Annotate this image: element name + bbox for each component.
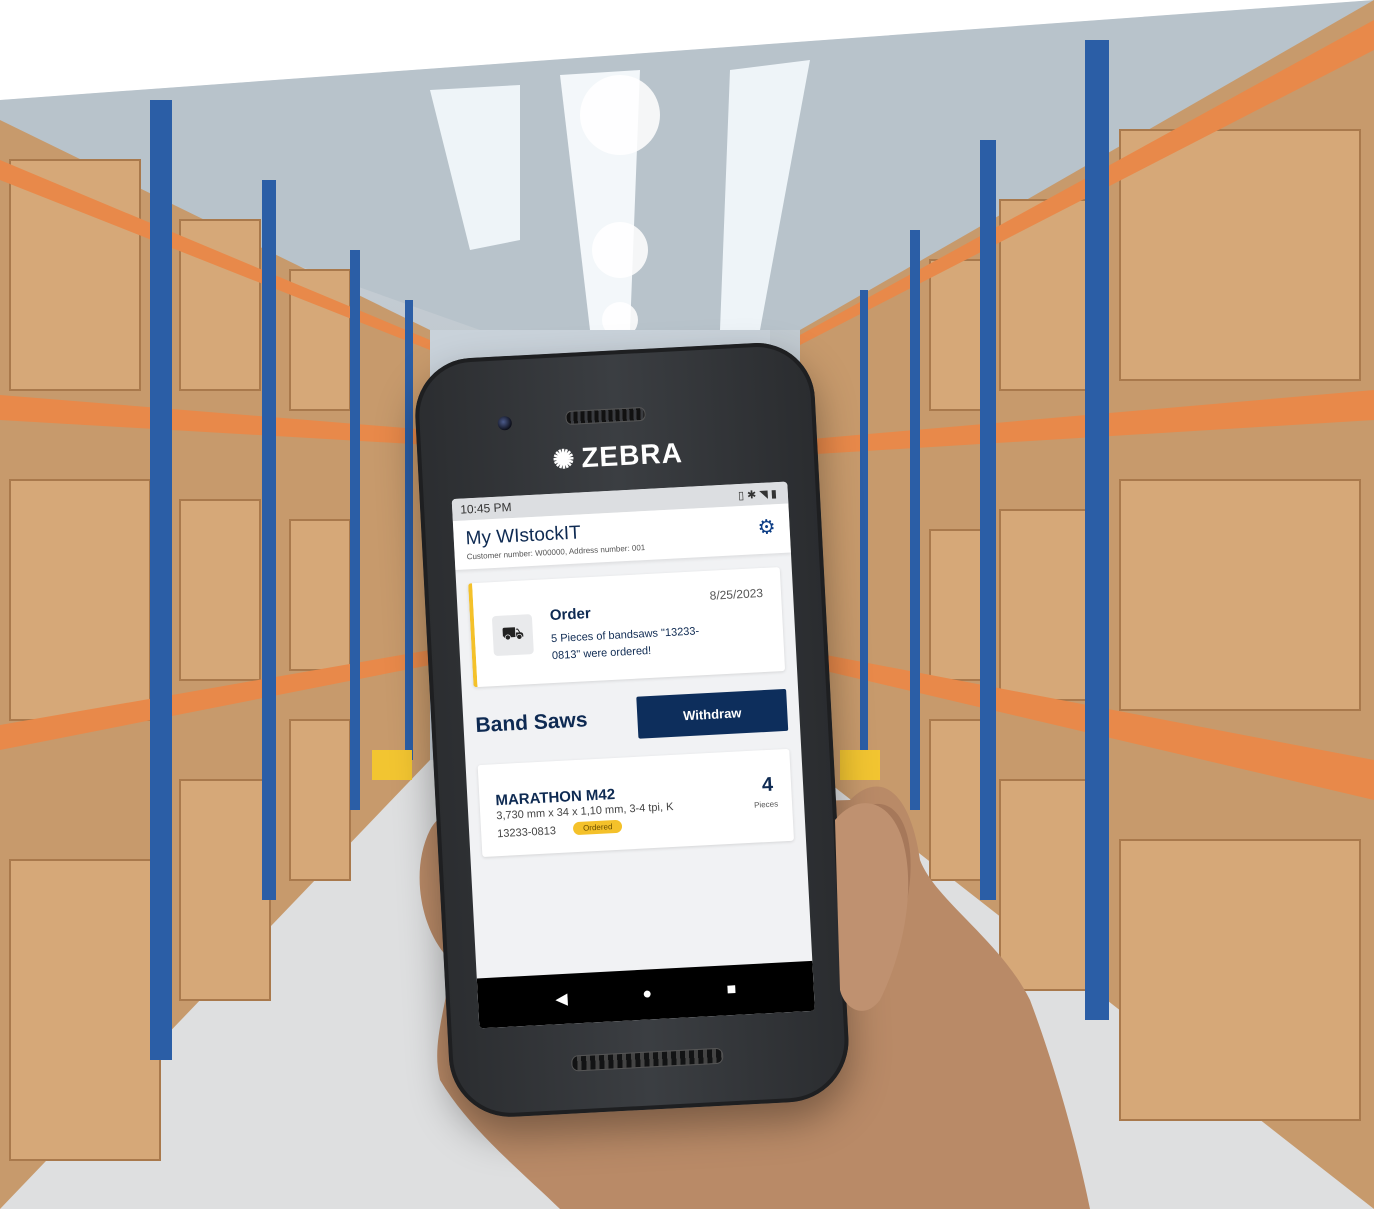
order-notification-card[interactable]: ⛟ Order 8/25/2023 5 Pieces of bandsaws "… <box>468 567 786 688</box>
gear-icon[interactable]: ⚙ <box>757 514 776 540</box>
zebra-phone: ✺ ZEBRA 10:45 PM ▯✱◥▮ My WIstockIT Custom… <box>412 340 852 1120</box>
main-content: ⛟ Order 8/25/2023 5 Pieces of bandsaws "… <box>455 552 806 871</box>
order-title: Order <box>549 605 592 625</box>
battery-icon: ▮ <box>770 487 781 500</box>
status-icons: ▯✱◥▮ <box>738 486 780 501</box>
order-date: 8/25/2023 <box>709 585 764 603</box>
item-code: 13233-0813 <box>496 825 557 841</box>
wifi-icon: ◥ <box>759 487 772 501</box>
status-badge: Ordered <box>572 819 623 836</box>
zebra-logo-icon: ✺ <box>551 443 577 475</box>
truck-icon: ⛟ <box>491 614 534 657</box>
item-unit: Pieces <box>753 799 779 810</box>
list-item[interactable]: MARATHON M42 3,730 mm x 34 x 1,10 mm, 3-… <box>477 748 795 858</box>
section-title: Band Saws <box>474 708 589 738</box>
item-quantity: 4 <box>761 773 774 797</box>
withdraw-button[interactable]: Withdraw <box>636 688 789 739</box>
recent-apps-icon[interactable]: ■ <box>726 981 737 999</box>
back-icon[interactable]: ◀ <box>555 989 568 1010</box>
status-time: 10:45 PM <box>459 500 512 517</box>
order-message: 5 Pieces of bandsaws "13233-0813" were o… <box>550 625 700 663</box>
section-header: Band Saws Withdraw <box>474 688 789 747</box>
phone-screen: 10:45 PM ▯✱◥▮ My WIstockIT Customer numb… <box>451 481 815 1029</box>
home-icon[interactable]: ● <box>642 985 653 1003</box>
brand-text: ZEBRA <box>580 436 684 474</box>
